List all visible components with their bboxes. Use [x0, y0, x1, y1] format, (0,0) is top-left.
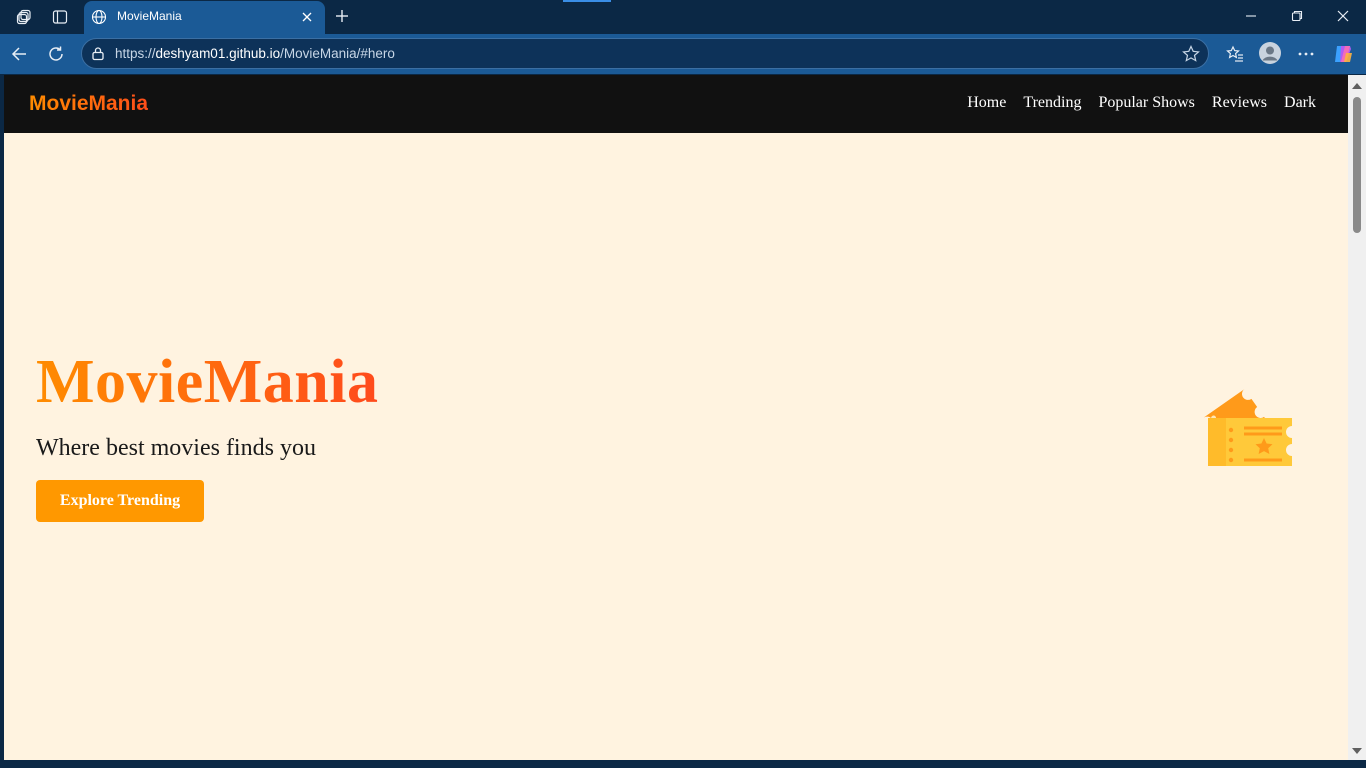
- scroll-up-arrow-icon[interactable]: [1352, 83, 1362, 89]
- favorite-star-icon[interactable]: [1182, 45, 1200, 68]
- new-tab-icon[interactable]: [332, 5, 352, 27]
- site-logo[interactable]: MovieMania: [29, 92, 148, 116]
- url-text[interactable]: https://deshyam01.github.io/MovieMania/#…: [115, 46, 395, 61]
- hero-title: MovieMania: [36, 348, 379, 416]
- nav-home[interactable]: Home: [967, 94, 1006, 112]
- workspaces-icon[interactable]: [12, 6, 36, 28]
- address-bar[interactable]: https://deshyam01.github.io/MovieMania/#…: [81, 38, 1209, 69]
- favorites-icon[interactable]: [1224, 43, 1246, 65]
- url-host: deshyam01.github.io: [155, 46, 281, 61]
- minimize-icon[interactable]: [1228, 0, 1274, 32]
- close-tab-icon[interactable]: [301, 10, 313, 28]
- ticket-icon: [1198, 378, 1302, 474]
- url-scheme: https://: [115, 46, 156, 61]
- browser-tab-strip: MovieMania: [0, 0, 1366, 34]
- profile-avatar-icon[interactable]: [1258, 41, 1282, 65]
- scroll-down-arrow-icon[interactable]: [1352, 748, 1362, 754]
- tab-actions-icon[interactable]: [48, 6, 72, 28]
- nav-popular-shows[interactable]: Popular Shows: [1098, 94, 1194, 112]
- nav-links: Home Trending Popular Shows Reviews Dark: [967, 94, 1316, 112]
- close-window-icon[interactable]: [1320, 0, 1366, 32]
- lock-icon[interactable]: [91, 46, 105, 66]
- page-scrollbar[interactable]: [1348, 75, 1366, 760]
- explore-trending-button[interactable]: Explore Trending: [36, 480, 204, 522]
- refresh-icon[interactable]: [45, 43, 67, 65]
- back-icon[interactable]: [8, 43, 30, 65]
- dark-mode-toggle[interactable]: Dark: [1284, 94, 1316, 112]
- hero-subtitle: Where best movies finds you: [36, 435, 316, 461]
- page-viewport: MovieMania Home Trending Popular Shows R…: [4, 75, 1348, 760]
- more-options-icon[interactable]: [1295, 43, 1317, 65]
- nav-trending[interactable]: Trending: [1023, 94, 1081, 112]
- globe-icon: [91, 9, 107, 30]
- window-bottom-border: [0, 760, 1366, 768]
- tab-title: MovieMania: [117, 9, 182, 23]
- site-navbar: MovieMania Home Trending Popular Shows R…: [4, 75, 1348, 133]
- restore-icon[interactable]: [1274, 0, 1320, 32]
- browser-toolbar: https://deshyam01.github.io/MovieMania/#…: [0, 34, 1366, 74]
- copilot-icon[interactable]: [1331, 42, 1355, 66]
- nav-reviews[interactable]: Reviews: [1212, 94, 1267, 112]
- tab-moviemania[interactable]: MovieMania: [84, 1, 325, 34]
- tab-drag-indicator: [563, 0, 611, 2]
- url-path: /MovieMania/#hero: [280, 46, 395, 61]
- scrollbar-thumb[interactable]: [1353, 97, 1361, 233]
